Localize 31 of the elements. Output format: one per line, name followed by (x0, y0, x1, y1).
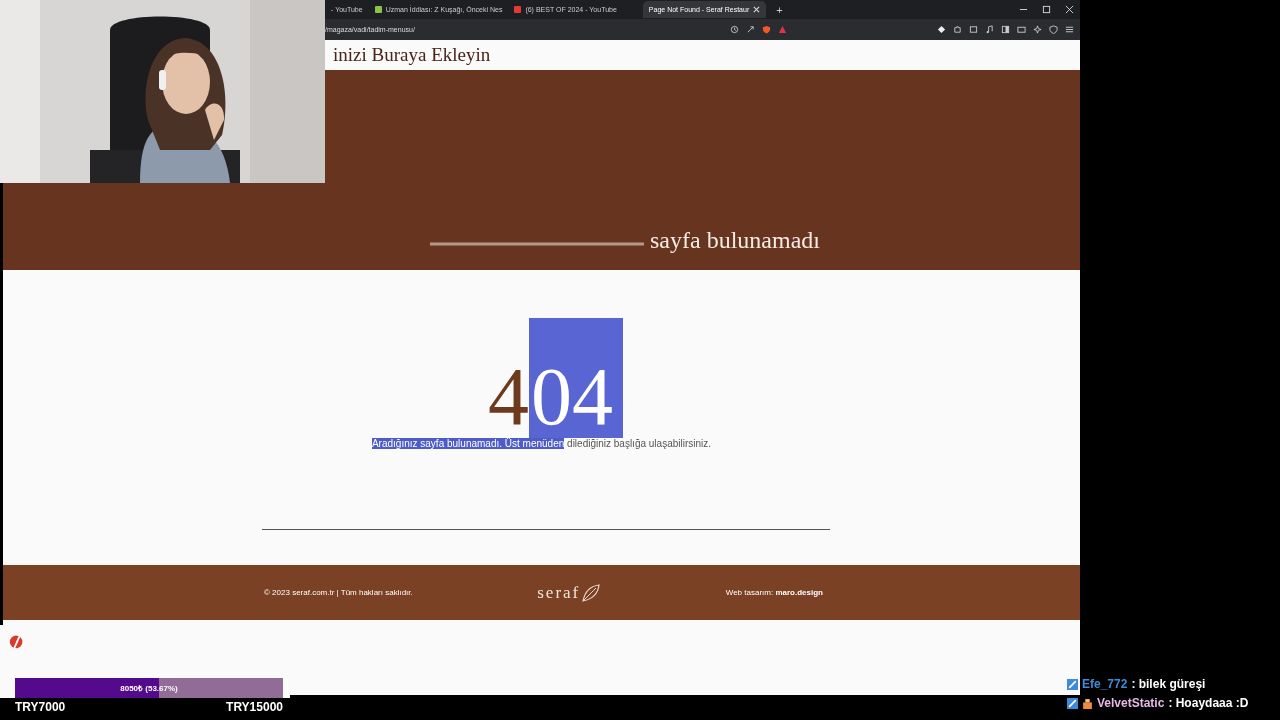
copyright-text: © 2023 seraf.com.tr | Tüm hakları saklıdır. (264, 588, 413, 597)
site-logo[interactable]: seraf (537, 582, 581, 603)
menu-icon[interactable] (1065, 25, 1074, 34)
new-tab-button[interactable]: + (770, 3, 789, 16)
history-icon[interactable] (730, 25, 739, 34)
maximize-icon[interactable] (1042, 5, 1051, 14)
sparkle-icon[interactable] (1033, 25, 1042, 34)
sidebar-icon[interactable] (1001, 25, 1010, 34)
goal-min-label: TRY7000 (15, 700, 66, 714)
shield-outline-icon[interactable] (1049, 25, 1058, 34)
goal-max-label: TRY15000 (226, 700, 283, 714)
diamond-icon[interactable] (937, 25, 946, 34)
share-icon[interactable] (746, 25, 755, 34)
chat-username: VelvetStatic (1097, 696, 1165, 710)
chat-message: : Hoaydaaa :D (1168, 696, 1249, 710)
triangle-icon[interactable] (778, 25, 787, 34)
page-heading: sayfa bulunamadı (650, 227, 820, 254)
chat-username: Efe_772 (1082, 677, 1128, 691)
leaf-icon (581, 582, 602, 603)
credit-text: Web tasarım: maro.design (725, 588, 823, 597)
chat-message: : bilek güreşi (1131, 677, 1206, 691)
favicon-icon (514, 6, 522, 13)
site-title: inizi Buraya Ekleyin (333, 44, 491, 66)
sword-badge-icon (1067, 697, 1078, 709)
favicon-icon (374, 6, 382, 13)
close-icon[interactable] (1065, 5, 1074, 14)
music-note-icon[interactable] (985, 25, 994, 34)
close-icon[interactable] (753, 6, 761, 13)
shield-icon[interactable] (762, 25, 771, 34)
gift-badge-icon (1082, 697, 1093, 709)
error-message: Aradığınız sayfa bulunamadı. Üst menüden dilediğiniz başlığa ulaşabilirsiniz. (371, 438, 712, 449)
